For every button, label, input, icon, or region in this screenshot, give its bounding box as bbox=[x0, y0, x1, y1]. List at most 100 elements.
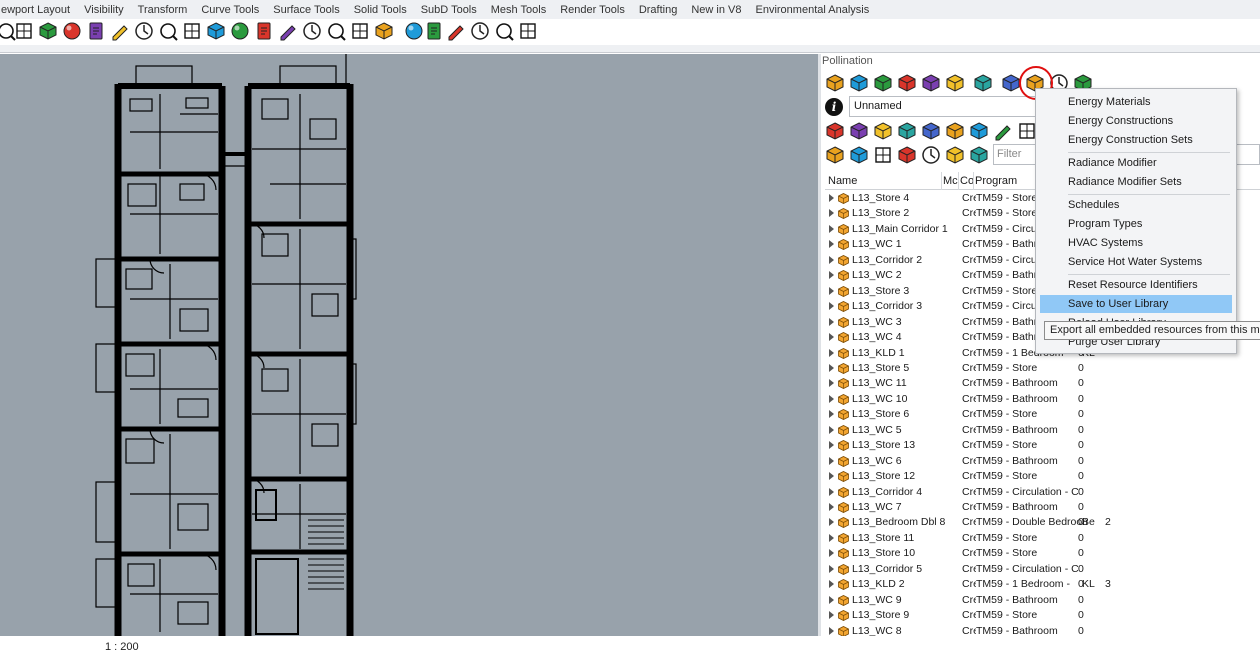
menu-item[interactable]: Energy Constructions bbox=[1040, 112, 1232, 130]
color-wheel-icon[interactable] bbox=[302, 21, 322, 41]
expand-arrow-icon[interactable] bbox=[829, 580, 834, 589]
model-icon[interactable] bbox=[825, 73, 845, 93]
doors-icon[interactable] bbox=[921, 73, 941, 93]
expand-arrow-icon[interactable] bbox=[829, 240, 834, 249]
menu-item[interactable]: Reset Resource Identifiers bbox=[1040, 276, 1232, 294]
expand-arrow-icon[interactable] bbox=[829, 611, 834, 620]
zoom-window-icon[interactable] bbox=[38, 21, 58, 41]
table-row[interactable]: L13_WC 9 CreTM59 - Bathroom 0 bbox=[825, 593, 1260, 608]
ribbon-tab[interactable]: Curve Tools bbox=[194, 0, 266, 19]
circle-icon[interactable] bbox=[182, 21, 202, 41]
edit-icon[interactable] bbox=[993, 121, 1013, 141]
table-row[interactable]: L13_Store 10 CreTM59 - Store 0 bbox=[825, 546, 1260, 561]
add-face-icon[interactable] bbox=[849, 121, 869, 141]
expand-arrow-icon[interactable] bbox=[829, 533, 834, 542]
rotate-view-icon[interactable] bbox=[86, 21, 106, 41]
light-bulb-icon[interactable] bbox=[230, 21, 250, 41]
material-icon[interactable] bbox=[278, 21, 298, 41]
rooms-icon[interactable] bbox=[849, 73, 869, 93]
delete-icon[interactable] bbox=[1017, 121, 1037, 141]
menu-item[interactable]: Schedules bbox=[1040, 196, 1232, 214]
zoom-extents-icon[interactable] bbox=[14, 21, 34, 41]
zoom-selected-icon[interactable] bbox=[62, 21, 82, 41]
help-icon[interactable] bbox=[494, 21, 514, 41]
grid-icon[interactable] bbox=[158, 21, 178, 41]
color-view-icon[interactable] bbox=[897, 145, 917, 165]
points-icon[interactable] bbox=[206, 21, 226, 41]
mesh-icon[interactable] bbox=[973, 73, 993, 93]
menu-item[interactable]: Save to User Library bbox=[1040, 295, 1232, 313]
table-row[interactable]: L13_KLD 2 CreTM59 - 1 Bedroom - KL0 3 bbox=[825, 577, 1260, 592]
menu-item[interactable]: HVAC Systems bbox=[1040, 234, 1232, 252]
menu-item[interactable]: Radiance Modifier Sets bbox=[1040, 173, 1232, 191]
globe-icon[interactable] bbox=[470, 21, 490, 41]
expand-arrow-icon[interactable] bbox=[829, 394, 834, 403]
table-row[interactable]: L13_Corridor 5 CreTM59 - Circulation - C0 bbox=[825, 562, 1260, 577]
menu-item[interactable]: Program Types bbox=[1040, 215, 1232, 233]
table-row[interactable]: L13_WC 6 CreTM59 - Bathroom 0 bbox=[825, 454, 1260, 469]
table-row[interactable]: L13_Store 12 CreTM59 - Store 0 bbox=[825, 469, 1260, 484]
expand-arrow-icon[interactable] bbox=[829, 194, 834, 202]
expand-arrow-icon[interactable] bbox=[829, 348, 834, 357]
info-icon[interactable]: i bbox=[825, 98, 843, 116]
expand-arrow-icon[interactable] bbox=[829, 595, 834, 604]
expand-arrow-icon[interactable] bbox=[829, 441, 834, 450]
pencil-icon[interactable] bbox=[404, 21, 424, 41]
expand-arrow-icon[interactable] bbox=[829, 209, 834, 218]
expand-arrow-icon[interactable] bbox=[829, 363, 834, 372]
model-name-field[interactable]: Unnamed bbox=[849, 96, 1039, 117]
column-header-program[interactable]: Program bbox=[975, 175, 1017, 187]
dimension-icon[interactable] bbox=[446, 21, 466, 41]
ribbon-tab[interactable]: ewport Layout bbox=[0, 0, 77, 19]
expand-arrow-icon[interactable] bbox=[829, 472, 834, 481]
table-row[interactable]: L13_WC 5 CreTM59 - Bathroom 0 bbox=[825, 423, 1260, 438]
table-row[interactable]: L13_WC 8 CreTM59 - Bathroom 0 bbox=[825, 624, 1260, 636]
column-header-construction[interactable]: Co bbox=[960, 175, 974, 187]
settings-icon[interactable] bbox=[969, 145, 989, 165]
refresh-icon[interactable] bbox=[921, 145, 941, 165]
add-shade-icon[interactable] bbox=[921, 121, 941, 141]
table-row[interactable]: L13_Corridor 4 CreTM59 - Circulation - C0 bbox=[825, 485, 1260, 500]
table-row[interactable]: L13_Bedroom Dbl 8 CreTM59 - Double Bedroo… bbox=[825, 515, 1260, 530]
ribbon-tab[interactable]: Surface Tools bbox=[266, 0, 346, 19]
expand-arrow-icon[interactable] bbox=[829, 503, 834, 511]
expand-arrow-icon[interactable] bbox=[829, 333, 834, 342]
table-row[interactable]: L13_WC 10 CreTM59 - Bathroom 0 bbox=[825, 392, 1260, 407]
table-row[interactable]: L13_Store 9 CreTM59 - Store 0 bbox=[825, 608, 1260, 623]
add-door-icon[interactable] bbox=[897, 121, 917, 141]
ribbon-tab[interactable]: Transform bbox=[131, 0, 195, 19]
expand-arrow-icon[interactable] bbox=[829, 379, 834, 388]
ribbon-tab[interactable]: Environmental Analysis bbox=[749, 0, 877, 19]
expand-arrow-icon[interactable] bbox=[829, 317, 834, 326]
ribbon-tab[interactable]: Mesh Tools bbox=[484, 0, 553, 19]
four-viewports-icon[interactable] bbox=[110, 21, 130, 41]
expand-arrow-icon[interactable] bbox=[829, 286, 834, 295]
table-row[interactable]: L13_Store 11 CreTM59 - Store 0 bbox=[825, 531, 1260, 546]
expand-arrow-icon[interactable] bbox=[829, 271, 834, 280]
construction-set-icon[interactable] bbox=[825, 145, 845, 165]
column-header-modifier[interactable]: Mc bbox=[943, 175, 958, 187]
table-row[interactable]: L13_WC 11 CreTM59 - Bathroom 0 bbox=[825, 376, 1260, 391]
gears-icon[interactable] bbox=[424, 21, 444, 41]
expand-arrow-icon[interactable] bbox=[829, 518, 834, 527]
expand-arrow-icon[interactable] bbox=[829, 224, 834, 233]
menu-item[interactable]: Radiance Modifier bbox=[1040, 154, 1232, 172]
filter-icon[interactable] bbox=[945, 145, 965, 165]
table-row[interactable]: L13_WC 7 CreTM59 - Bathroom 0 bbox=[825, 500, 1260, 515]
ribbon-tab[interactable]: Render Tools bbox=[553, 0, 632, 19]
render-sphere-icon[interactable] bbox=[374, 21, 394, 41]
apertures-icon[interactable] bbox=[897, 73, 917, 93]
shades-icon[interactable] bbox=[945, 73, 965, 93]
add-room-icon[interactable] bbox=[825, 121, 845, 141]
add-view-icon[interactable] bbox=[969, 121, 989, 141]
expand-arrow-icon[interactable] bbox=[829, 626, 834, 635]
expand-arrow-icon[interactable] bbox=[829, 425, 834, 434]
column-header-name[interactable]: Name bbox=[828, 175, 857, 187]
program-icon[interactable] bbox=[849, 145, 869, 165]
ribbon-tab[interactable]: New in V8 bbox=[684, 0, 748, 19]
expand-arrow-icon[interactable] bbox=[829, 456, 834, 465]
expand-arrow-icon[interactable] bbox=[829, 487, 834, 496]
ribbon-tab[interactable]: Visibility bbox=[77, 0, 131, 19]
car-icon[interactable] bbox=[134, 21, 154, 41]
sensor-grid-icon[interactable] bbox=[1001, 73, 1021, 93]
